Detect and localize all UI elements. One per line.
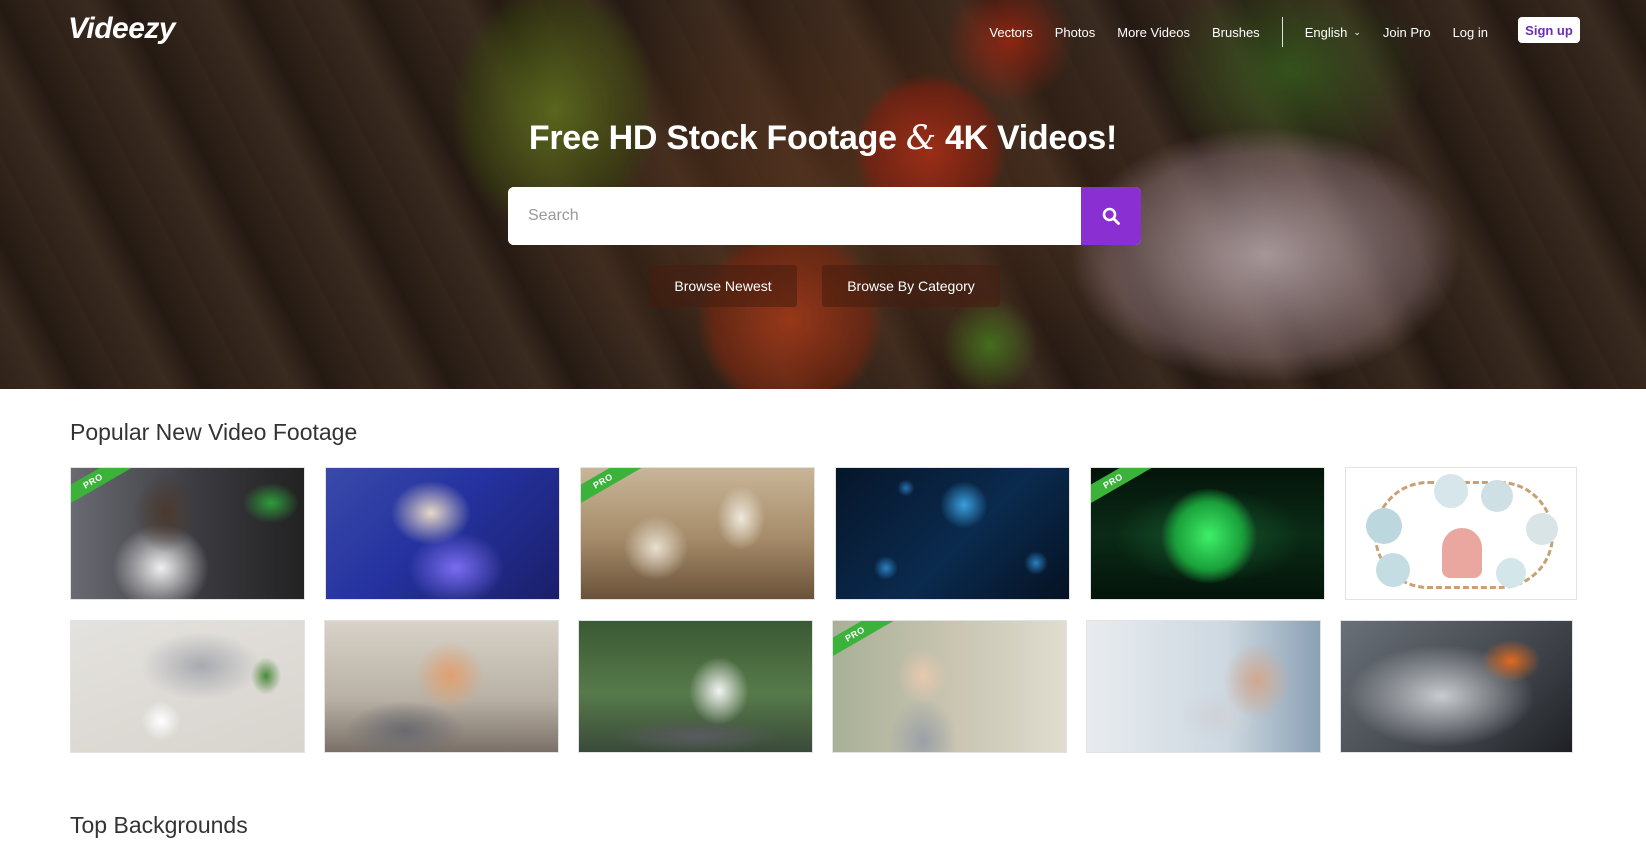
illustration-icon	[1496, 558, 1526, 588]
hero-title-main: Free HD Stock Footage	[528, 119, 897, 157]
hero-title-sub: 4K Videos!	[944, 119, 1118, 157]
search-bar	[508, 187, 1141, 245]
pro-badge: PRO	[833, 621, 898, 664]
hero-banner: Videezy Vectors Photos More Videos Brush…	[0, 0, 1646, 389]
signup-button[interactable]: Sign up	[1518, 17, 1580, 43]
join-pro-link[interactable]: Join Pro	[1383, 25, 1431, 40]
search-input[interactable]	[508, 187, 1081, 245]
video-thumbnail[interactable]	[835, 467, 1070, 600]
illustration-icon	[1434, 474, 1468, 508]
nav-vectors[interactable]: Vectors	[989, 25, 1032, 40]
search-button[interactable]	[1081, 187, 1141, 245]
nav-brushes[interactable]: Brushes	[1212, 25, 1260, 40]
video-thumbnail[interactable]	[578, 620, 813, 753]
browse-by-category-button[interactable]: Browse By Category	[822, 265, 1000, 307]
language-selector[interactable]: English ⌄	[1305, 25, 1361, 40]
video-thumbnail[interactable]	[1340, 620, 1573, 753]
pro-badge: PRO	[1091, 468, 1156, 511]
hero-title-amp: &	[905, 118, 936, 158]
video-thumbnail[interactable]	[324, 620, 559, 753]
nav-photos[interactable]: Photos	[1055, 25, 1095, 40]
browse-newest-button[interactable]: Browse Newest	[649, 265, 797, 307]
video-thumbnail[interactable]: PRO	[832, 620, 1067, 753]
pro-badge: PRO	[71, 468, 136, 511]
chevron-down-icon: ⌄	[1353, 26, 1361, 37]
login-link[interactable]: Log in	[1453, 25, 1488, 40]
video-thumbnail[interactable]	[70, 620, 305, 753]
pro-badge: PRO	[581, 468, 646, 511]
video-row-2: PRO	[70, 620, 1573, 753]
language-label: English	[1304, 24, 1348, 40]
illustration-icon	[1526, 513, 1558, 545]
video-row-1: PRO PRO PRO	[70, 467, 1577, 600]
video-thumbnail[interactable]: PRO	[1090, 467, 1325, 600]
search-icon	[1102, 207, 1120, 225]
video-thumbnail[interactable]	[1086, 620, 1321, 753]
video-thumbnail[interactable]	[1345, 467, 1577, 600]
hero-title: Free HD Stock Footage & 4K Videos!	[0, 118, 1646, 158]
backgrounds-section-title: Top Backgrounds	[70, 812, 248, 838]
video-thumbnail[interactable]: PRO	[70, 467, 305, 600]
top-nav: Vectors Photos More Videos Brushes Engli…	[989, 17, 1488, 47]
nav-divider	[1281, 17, 1283, 47]
illustration-icon	[1366, 508, 1402, 544]
illustration-icon	[1481, 480, 1513, 512]
popular-section-title: Popular New Video Footage	[70, 419, 358, 445]
illustration-person	[1442, 528, 1482, 578]
video-thumbnail[interactable]: PRO	[580, 467, 815, 600]
logo[interactable]: Videezy	[68, 12, 176, 46]
video-thumbnail[interactable]	[325, 467, 560, 600]
nav-more-videos[interactable]: More Videos	[1117, 25, 1190, 40]
illustration-icon	[1376, 553, 1410, 587]
